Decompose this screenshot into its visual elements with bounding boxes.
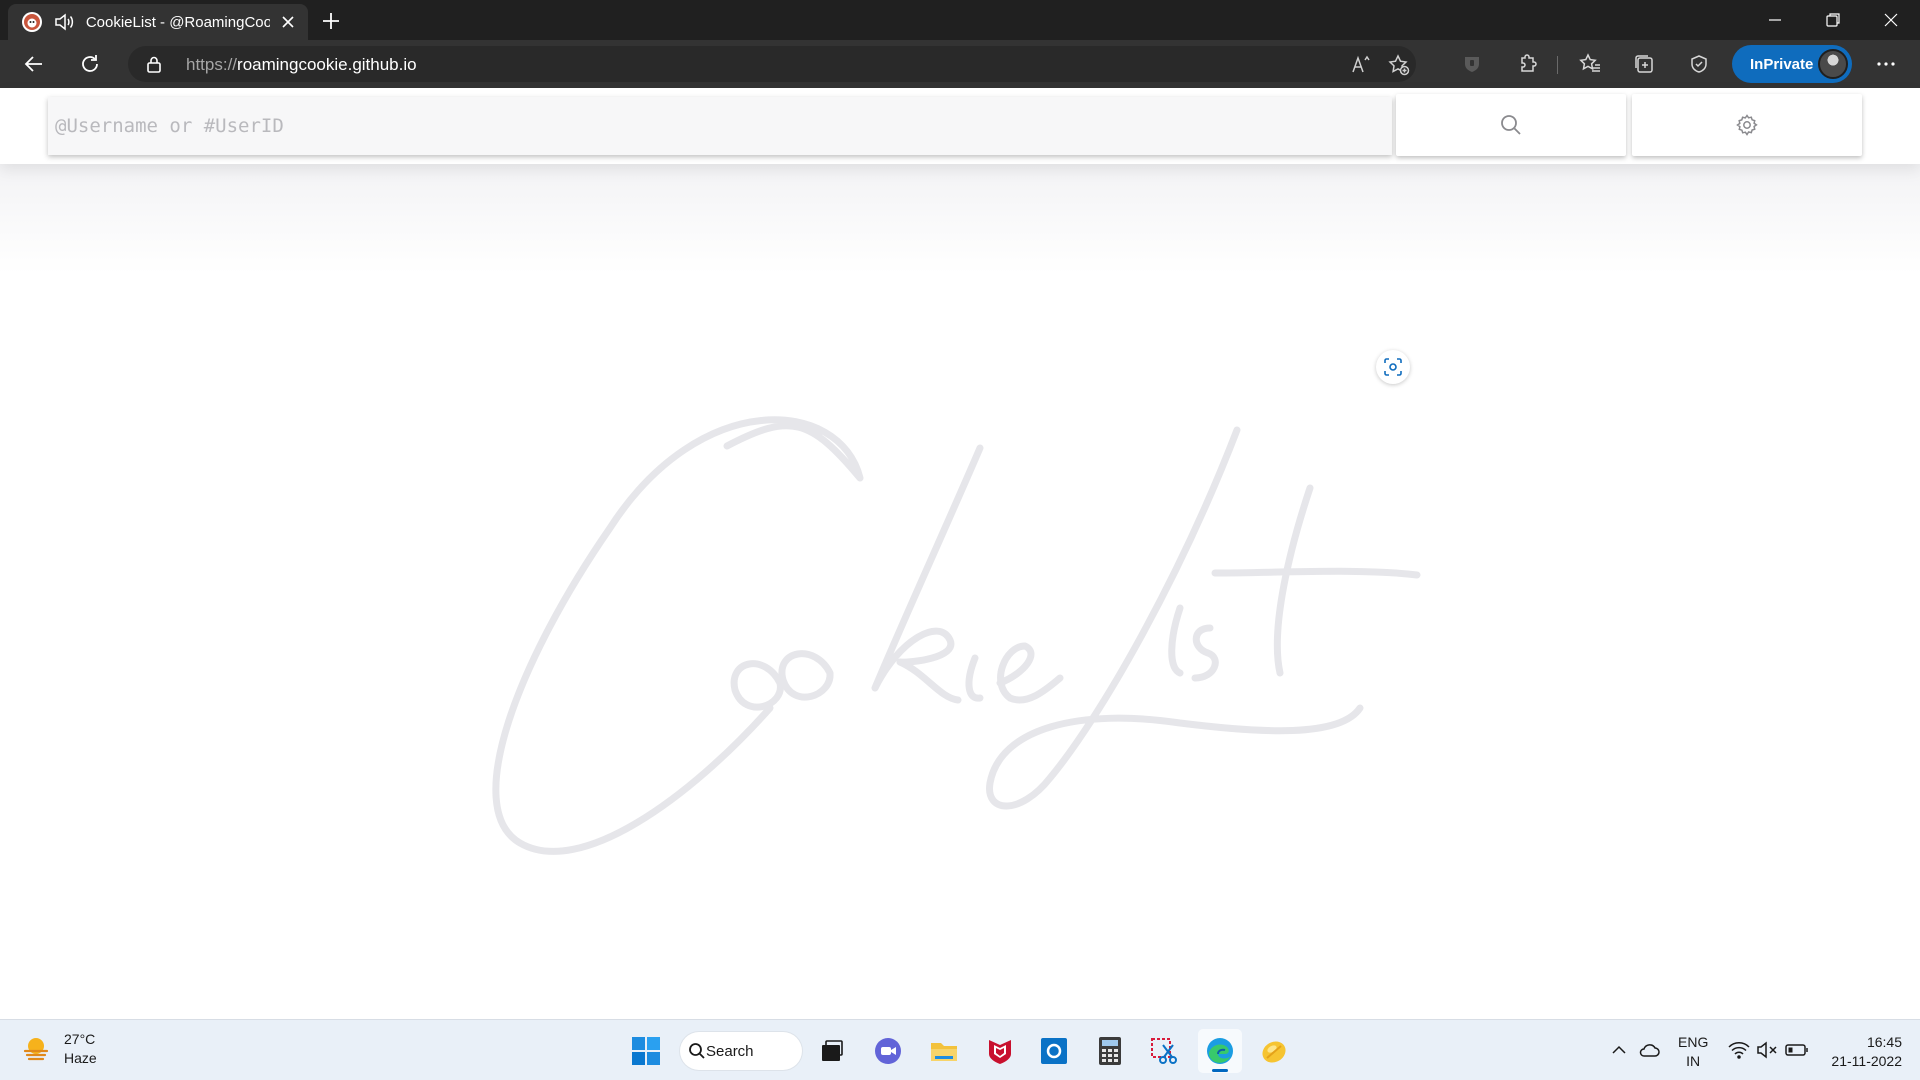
add-favorite-icon[interactable] (1388, 54, 1410, 76)
cookie-app-button[interactable] (1252, 1029, 1296, 1073)
edge-icon (1205, 1036, 1235, 1066)
search-header (0, 88, 1920, 164)
visual-search-icon (1383, 357, 1403, 377)
task-view-button[interactable] (810, 1029, 854, 1073)
favorites-icon[interactable] (1576, 50, 1604, 78)
address-bar[interactable]: https://roamingcookie.github.io (128, 46, 1416, 82)
inprivate-label: InPrivate (1750, 56, 1813, 73)
file-explorer-icon (929, 1036, 959, 1066)
meet-button[interactable] (866, 1029, 910, 1073)
header-shadow (0, 164, 1920, 274)
search-icon (688, 1042, 706, 1060)
title-bar: CookieList - @RoamingCookie (0, 0, 1920, 40)
username-search-input[interactable] (48, 97, 1392, 155)
system-clock[interactable]: 16:45 21-11-2022 (1826, 1033, 1902, 1071)
language-line1: ENG (1678, 1033, 1708, 1052)
collections-icon[interactable] (1630, 50, 1658, 78)
edge-button[interactable] (1198, 1029, 1242, 1073)
outlook-icon (1039, 1036, 1069, 1066)
read-aloud-icon[interactable] (1350, 54, 1372, 76)
language-line2: IN (1678, 1052, 1708, 1071)
snipping-tool-icon (1149, 1036, 1179, 1066)
web-page (0, 88, 1920, 1019)
lock-icon[interactable] (144, 54, 164, 74)
wifi-icon[interactable] (1727, 1038, 1751, 1062)
onedrive-cloud-icon[interactable] (1637, 1038, 1661, 1062)
url-host: roamingcookie.github.io (237, 55, 417, 74)
url-text[interactable]: https://roamingcookie.github.io (186, 55, 417, 75)
new-tab-button[interactable] (318, 8, 344, 34)
taskbar: 27°C Haze Search ENG IN (0, 1019, 1920, 1080)
outlook-button[interactable] (1032, 1029, 1076, 1073)
navigation-bar: https://roamingcookie.github.io InPrivat… (0, 40, 1920, 88)
meet-icon (873, 1036, 903, 1066)
mcafee-icon (985, 1036, 1015, 1066)
calculator-icon (1096, 1036, 1124, 1066)
cookielist-logo (480, 328, 1440, 888)
task-view-icon (818, 1037, 846, 1065)
tab-audio-icon[interactable] (52, 10, 76, 34)
refresh-icon[interactable] (73, 48, 107, 80)
restore-button[interactable] (1804, 0, 1862, 40)
battery-icon[interactable] (1785, 1038, 1809, 1062)
tab-favicon-icon (22, 12, 42, 32)
cookie-app-icon (1259, 1036, 1289, 1066)
browser-tab[interactable]: CookieList - @RoamingCookie (8, 4, 308, 40)
toolbar-separator (1557, 56, 1558, 74)
start-button[interactable] (624, 1029, 668, 1073)
snipping-tool-button[interactable] (1142, 1029, 1186, 1073)
settings-button[interactable] (1632, 94, 1862, 156)
start-icon (631, 1036, 661, 1066)
clock-date: 21-11-2022 (1826, 1052, 1902, 1071)
show-hidden-icons-chevron-icon[interactable] (1607, 1038, 1631, 1062)
tab-close-icon[interactable] (278, 12, 298, 32)
taskbar-search-label: Search (706, 1043, 754, 1060)
taskbar-search[interactable]: Search (680, 1032, 802, 1070)
profile-avatar[interactable] (1818, 49, 1848, 79)
haze-icon (22, 1035, 50, 1063)
back-icon[interactable] (17, 48, 51, 80)
search-button[interactable] (1396, 94, 1626, 156)
extensions-icon[interactable] (1514, 50, 1542, 78)
file-explorer-button[interactable] (922, 1029, 966, 1073)
close-window-button[interactable] (1862, 0, 1920, 40)
language-indicator[interactable]: ENG IN (1678, 1033, 1708, 1071)
clock-time: 16:45 (1826, 1033, 1902, 1052)
shield-icon[interactable] (1458, 50, 1486, 78)
url-scheme: https:// (186, 55, 237, 74)
calculator-button[interactable] (1088, 1029, 1132, 1073)
more-icon[interactable] (1872, 50, 1900, 78)
minimize-button[interactable] (1746, 0, 1804, 40)
inprivate-button[interactable]: InPrivate (1732, 45, 1852, 83)
mcafee-button[interactable] (978, 1029, 1022, 1073)
weather-temperature: 27°C (64, 1030, 97, 1049)
weather-condition: Haze (64, 1049, 97, 1068)
gear-icon (1735, 113, 1759, 137)
weather-widget[interactable]: 27°C Haze (22, 1030, 97, 1068)
visual-search-button[interactable] (1376, 350, 1410, 384)
tab-title: CookieList - @RoamingCookie (86, 14, 270, 31)
volume-muted-icon[interactable] (1755, 1038, 1779, 1062)
performance-icon[interactable] (1685, 50, 1713, 78)
search-icon (1499, 113, 1523, 137)
